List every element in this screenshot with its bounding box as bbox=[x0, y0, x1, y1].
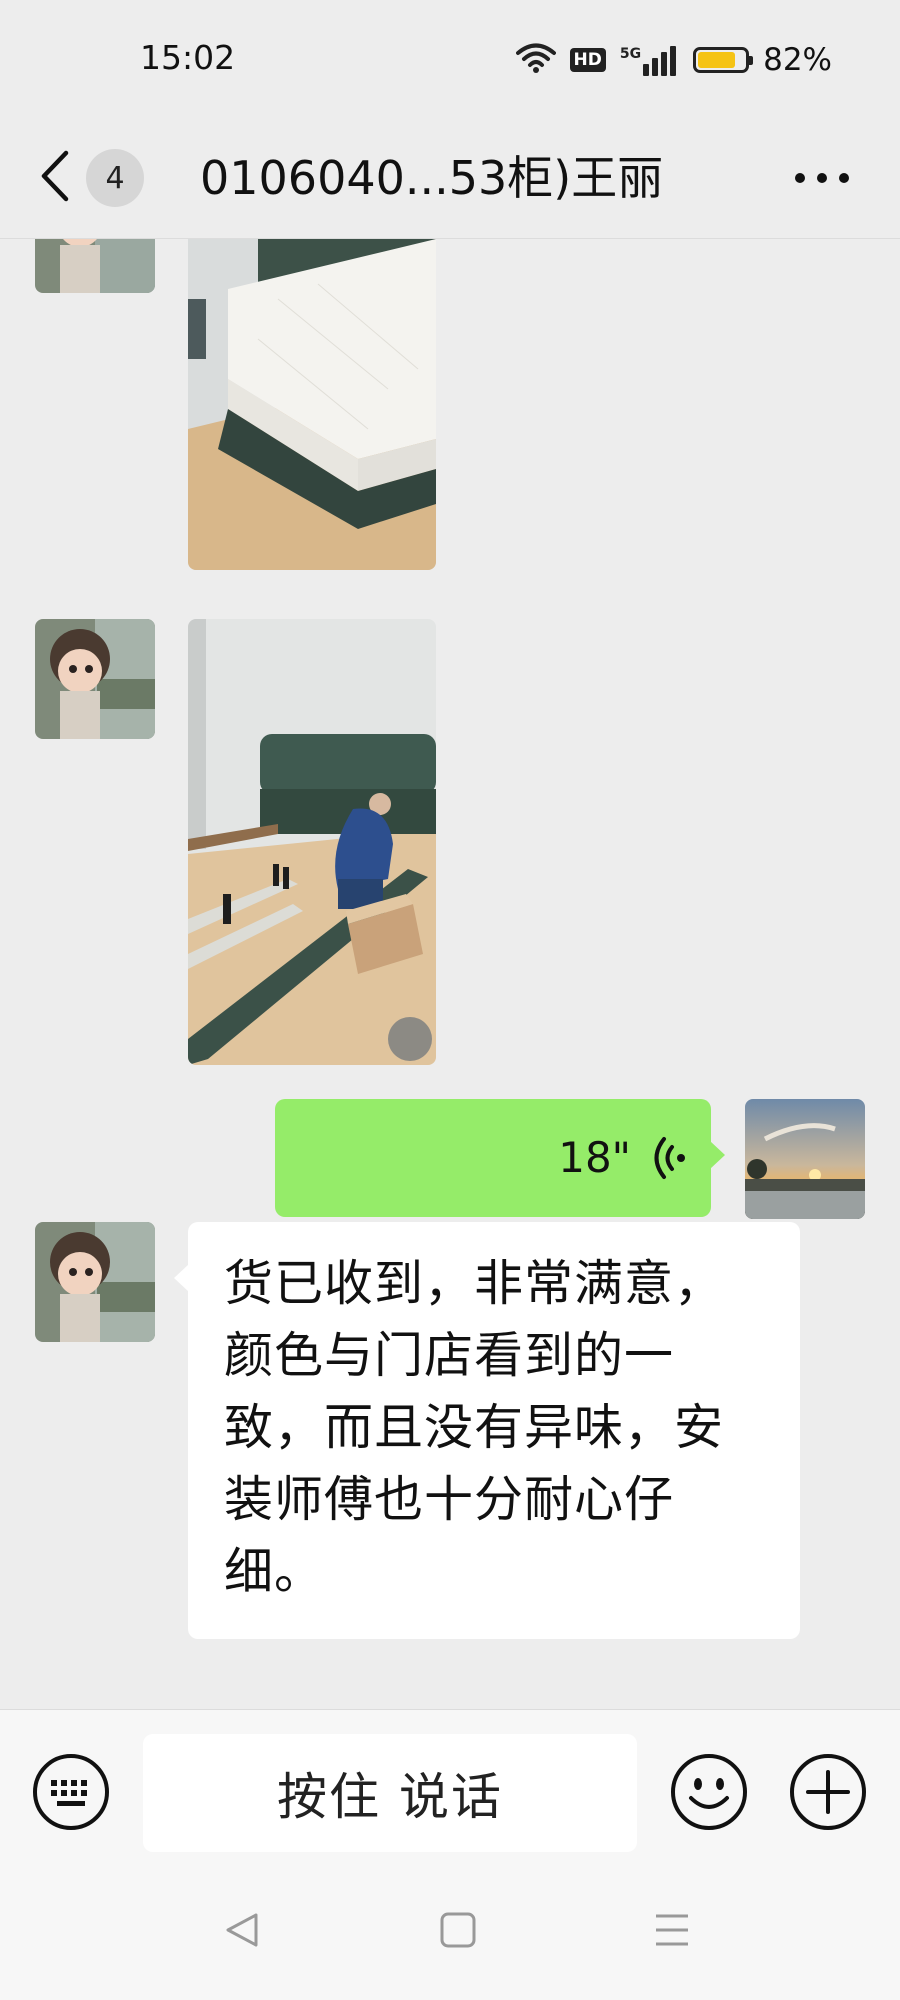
chat-message-list[interactable]: 18" 货已收到，非常满意，颜色与门店看到的一致，而且没有异味，安装师傅也十分耐… bbox=[0, 239, 900, 1709]
my-avatar[interactable] bbox=[745, 1099, 865, 1219]
chat-header: 4 0106040...53柜)王丽 bbox=[0, 118, 900, 239]
5g-signal-icon: 5G bbox=[620, 44, 679, 76]
battery-fill bbox=[698, 52, 736, 68]
keyboard-toggle-button[interactable] bbox=[31, 1754, 111, 1834]
system-nav-bar bbox=[0, 1860, 900, 2000]
more-button[interactable] bbox=[784, 148, 860, 208]
nav-menu-icon bbox=[652, 1910, 692, 1954]
network-label: 5G bbox=[619, 46, 642, 62]
status-icons: HD 5G 82% bbox=[502, 40, 832, 80]
keyboard-icon bbox=[31, 1752, 111, 1836]
more-dots-icon bbox=[794, 169, 850, 188]
chat-image-mattress[interactable] bbox=[188, 239, 436, 570]
chat-image-installation[interactable] bbox=[188, 619, 436, 1065]
emoji-icon bbox=[669, 1752, 749, 1836]
contact-avatar[interactable] bbox=[35, 619, 155, 739]
chat-title: 0106040...53柜)王丽 bbox=[200, 151, 664, 205]
nav-back-button[interactable] bbox=[214, 1904, 270, 1960]
unread-count-badge: 4 bbox=[86, 149, 144, 207]
nav-back-icon bbox=[222, 1910, 262, 1954]
voice-wave-icon bbox=[651, 1135, 687, 1185]
battery-percent: 82% bbox=[763, 42, 832, 78]
more-functions-button[interactable] bbox=[788, 1754, 868, 1834]
voice-duration: 18" bbox=[558, 1133, 631, 1182]
nav-home-button[interactable] bbox=[430, 1904, 486, 1960]
hd-icon: HD bbox=[569, 48, 606, 72]
contact-avatar[interactable] bbox=[35, 239, 155, 293]
status-time: 15:02 bbox=[140, 38, 236, 77]
input-bar: 按住 说话 bbox=[0, 1709, 900, 1860]
nav-menu-button[interactable] bbox=[644, 1904, 700, 1960]
contact-avatar[interactable] bbox=[35, 1222, 155, 1342]
status-bar: 15:02 HD 5G 82% bbox=[0, 0, 900, 118]
back-button[interactable]: 4 bbox=[40, 143, 160, 213]
wifi-icon bbox=[515, 42, 556, 78]
plus-icon bbox=[788, 1752, 868, 1836]
emoji-button[interactable] bbox=[669, 1754, 749, 1834]
chevron-left-icon bbox=[40, 150, 70, 206]
voice-message-bubble[interactable]: 18" bbox=[275, 1099, 725, 1217]
message-text: 货已收到，非常满意，颜色与门店看到的一致，而且没有异味，安装师傅也十分耐心仔细。 bbox=[224, 1255, 725, 1600]
nav-home-icon bbox=[438, 1910, 478, 1954]
hold-to-talk-button[interactable]: 按住 说话 bbox=[143, 1734, 637, 1852]
text-message-bubble[interactable]: 货已收到，非常满意，颜色与门店看到的一致，而且没有异味，安装师傅也十分耐心仔细。 bbox=[174, 1222, 800, 1639]
battery-icon bbox=[693, 47, 754, 73]
